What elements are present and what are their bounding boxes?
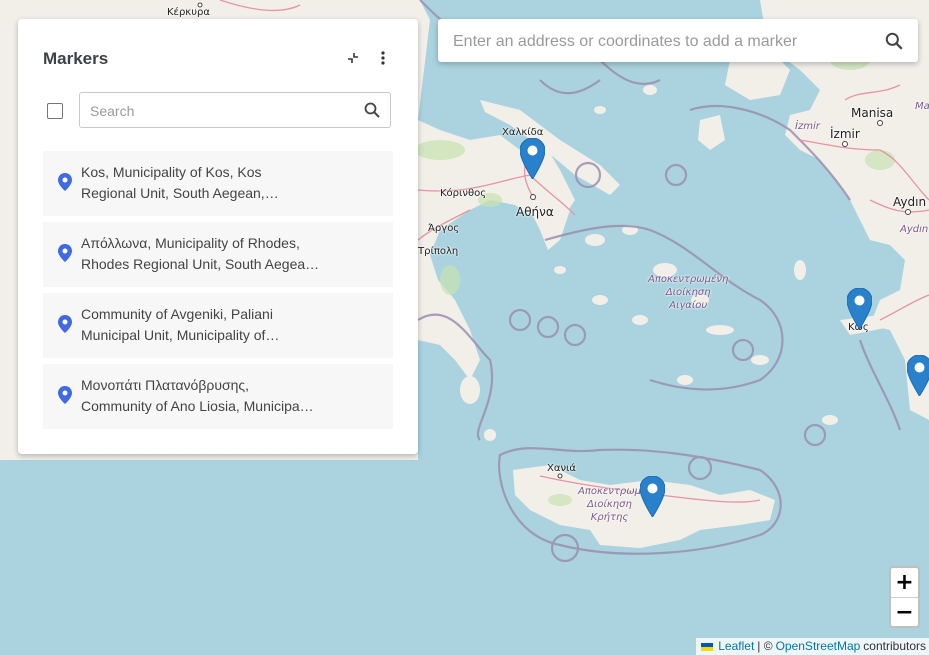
zoom-out-button[interactable]: − [891,598,918,627]
map-marker-athens[interactable] [520,138,545,179]
marker-list: Kos, Municipality of Kos, Kos Regional U… [43,151,393,435]
map-label-line: Κρήτης [590,512,629,523]
map-label-aydin-region: Aydın [900,224,929,235]
map-label-line: Διοίκηση [665,287,711,298]
marker-address: Kos, Municipality of Kos, Kos Regional U… [81,162,331,204]
map-label-line: Αποκεντρωμένη [648,274,729,285]
marker-address: Απόλλωνα, Municipality of Rhodes, Rhodes… [81,233,331,275]
map-label-aydin: Aydın [893,195,927,209]
leaflet-link[interactable]: Leaflet [718,638,754,655]
address-line-2: Community of Ano Liosia, Municipa… [81,398,314,414]
map-label-line: Αποκεντρωμ [578,486,641,497]
address-line-1: Kos, Municipality of Kos, Kos [81,164,262,180]
location-pin-icon [58,173,72,191]
address-line-2: Municipal Unit, Municipality of… [81,327,280,343]
map-label-izmir: İzmir [830,127,860,141]
marker-list-item[interactable]: Kos, Municipality of Kos, Kos Regional U… [43,151,393,216]
location-pin-icon [58,315,72,333]
map-label-kerkyra: Κέρκυρα [167,7,210,18]
zoom-in-button[interactable]: + [891,568,918,598]
map-label-manisa: Manisa [851,106,894,120]
marker-search-button[interactable] [360,98,384,122]
more-options-button[interactable] [371,46,395,70]
map-marker-rhodes[interactable] [907,355,929,396]
map-marker-crete[interactable] [640,476,665,517]
map-label-manisa-region: Ma [915,101,929,112]
map-label-tripoli: Τρίπολη [418,246,459,257]
address-line-1: Μονοπάτι Πλατανόβρυσης, [81,377,250,393]
marker-search-input[interactable] [88,93,352,129]
more-vert-icon [381,51,385,65]
address-line-2: Regional Unit, South Aegean,… [81,185,279,201]
address-search-button[interactable] [882,29,906,53]
search-icon [364,102,380,118]
marker-search-field [79,92,391,129]
address-line-1: Community of Avgeniki, Paliani [81,306,273,322]
collapse-button[interactable] [341,46,365,70]
select-all-checkbox[interactable] [47,103,63,119]
map-label-chalkida: Χαλκίδα [502,127,544,138]
map-label-line: Αιγαίου [669,300,708,311]
map-label-izmir-region: İzmir [795,121,820,132]
location-pin-icon [58,244,72,262]
marker-list-item[interactable]: Μονοπάτι Πλατανόβρυσης, Community of Ano… [43,364,393,429]
marker-address: Μονοπάτι Πλατανόβρυσης, Community of Ano… [81,375,331,417]
zoom-control: + − [889,566,920,628]
marker-list-item[interactable]: Απόλλωνα, Municipality of Rhodes, Rhodes… [43,222,393,287]
location-pin-icon [58,386,72,404]
attribution-suffix: contributors [863,639,926,653]
ukraine-flag-icon [701,642,714,651]
markers-panel: Markers Kos, Municipal [18,19,418,454]
collapse-arrows-icon [348,53,358,63]
map-label-chania: Χανιά [547,463,577,474]
map-label-crete-region: Αποκεντρωμ Διοίκηση Κρήτης [578,485,641,524]
marker-list-item[interactable]: Community of Avgeniki, Paliani Municipal… [43,293,393,358]
map-label-korinthos: Κόρινθος [440,188,487,199]
map-label-athina: Αθήνα [516,205,554,219]
marker-address: Community of Avgeniki, Paliani Municipal… [81,304,331,346]
search-icon [885,32,903,50]
openstreetmap-link[interactable]: OpenStreetMap [776,638,861,655]
address-input[interactable] [451,19,865,64]
map-label-aegean-region: Αποκεντρωμένη Διοίκηση Αιγαίου [648,273,728,312]
map-label-argos: Άργος [428,223,460,234]
map-marker-kos[interactable] [847,288,872,329]
map-label-line: Διοίκηση [587,499,632,510]
address-line-2: Rhodes Regional Unit, South Aegea… [81,256,320,272]
address-line-1: Απόλλωνα, Municipality of Rhodes, [81,235,300,251]
panel-title: Markers [43,49,109,68]
map-attribution: Leaflet | © OpenStreetMap contributors [696,638,929,655]
address-search-bar [438,19,918,64]
attribution-separator: | © [757,639,773,653]
